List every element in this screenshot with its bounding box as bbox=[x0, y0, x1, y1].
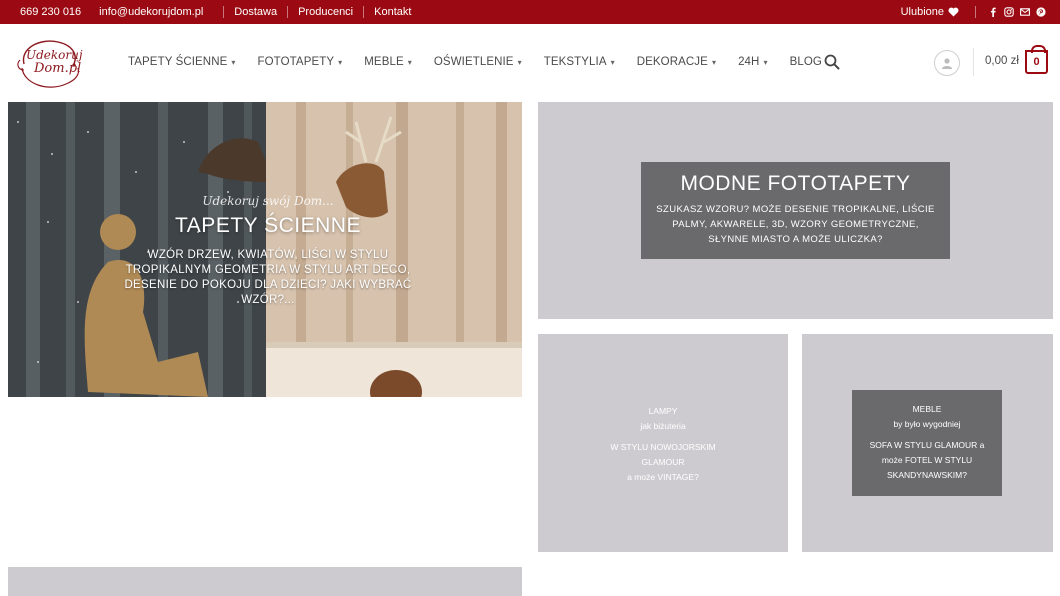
header: Udekoruj Dom.pl TAPETY ŚCIENNE ▾ FOTOTAPE… bbox=[0, 24, 1060, 100]
banner-desc-line: WZÓR DRZEW, KWIATÓW, LIŚCI W STYLU bbox=[147, 249, 389, 261]
banner-desc-line: DESENIE DO POKOJU DLA DZIECI? JAKI WYBRA… bbox=[124, 279, 412, 291]
lampy-text: LAMPY jak biżuteria W STYLU NOWOJORSKIM … bbox=[538, 404, 788, 485]
divider bbox=[287, 6, 289, 18]
search-icon[interactable] bbox=[824, 54, 840, 70]
nav-label: DEKORACJE bbox=[636, 56, 708, 68]
meble-line: może FOTEL W STYLU bbox=[881, 455, 973, 465]
logo[interactable]: Udekoruj Dom.pl bbox=[14, 34, 86, 92]
nav-label: MEBLE bbox=[364, 56, 404, 68]
favorites-link[interactable]: Ulubione bbox=[901, 6, 959, 18]
banner-desc-line: TROPIKALNYM GEOMETRIA W STYLU ART DECO, bbox=[125, 264, 411, 276]
top-bar: 669 230 016 info@udekorujdom.pl Dostawa … bbox=[0, 0, 1060, 24]
nav-item-24h[interactable]: 24H ▾ bbox=[738, 56, 768, 68]
nav-item-tekstylia[interactable]: TEKSTYLIA ▾ bbox=[544, 56, 615, 68]
chevron-down-icon: ▾ bbox=[763, 57, 768, 67]
fototapety-box: MODNE FOTOTAPETY SZUKASZ WZORU? MOŻE DES… bbox=[641, 162, 950, 259]
meble-line: MEBLE bbox=[912, 404, 942, 414]
chevron-down-icon: ▾ bbox=[338, 57, 343, 67]
divider bbox=[363, 6, 365, 18]
divider bbox=[975, 6, 976, 18]
mail-icon[interactable] bbox=[1020, 7, 1030, 17]
banner-script: Udekoruj swój Dom... bbox=[202, 194, 334, 208]
nav-label: TAPETY ŚCIENNE bbox=[128, 56, 228, 68]
banner-title: TAPETY ŚCIENNE bbox=[175, 214, 361, 237]
fototapety-banner[interactable]: MODNE FOTOTAPETY SZUKASZ WZORU? MOŻE DES… bbox=[538, 102, 1053, 319]
divider bbox=[223, 6, 225, 18]
fototapety-title: MODNE FOTOTAPETY bbox=[680, 172, 911, 195]
chevron-down-icon: ▾ bbox=[711, 57, 717, 67]
link-kontakt[interactable]: Kontakt bbox=[374, 6, 411, 18]
facebook-icon[interactable] bbox=[988, 7, 998, 17]
main-nav: TAPETY ŚCIENNE ▾ FOTOTAPETY ▾ MEBLE ▾ OŚWIE… bbox=[128, 24, 844, 100]
link-dostawa[interactable]: Dostawa bbox=[234, 6, 277, 18]
banner-text: Udekoruj swój Dom... TAPETY ŚCIENNE WZÓR… bbox=[98, 194, 438, 308]
favorites-label: Ulubione bbox=[900, 6, 944, 18]
lampy-banner[interactable]: LAMPY jak biżuteria W STYLU NOWOJORSKIM … bbox=[538, 334, 788, 552]
meble-banner[interactable]: MEBLE by było wygodniej SOFA W STYLU GLA… bbox=[802, 334, 1053, 552]
chevron-down-icon: ▾ bbox=[610, 57, 615, 67]
account-button[interactable] bbox=[934, 50, 960, 76]
meble-line: SKANDYNAWSKIM? bbox=[887, 470, 967, 480]
heart-icon bbox=[948, 7, 959, 17]
nav-item-meble[interactable]: MEBLE ▾ bbox=[364, 56, 412, 68]
fototapety-description: SZUKASZ WZORU? MOŻE DESENIE TROPIKALNE, … bbox=[656, 204, 935, 245]
banner-description: WZÓR DRZEW, KWIATÓW, LIŚCI W STYLU TROPI… bbox=[98, 248, 438, 308]
nav-label: TEKSTYLIA bbox=[543, 56, 607, 68]
lampy-line: jak biżuteria bbox=[640, 421, 686, 431]
phone-number[interactable]: 669 230 016 bbox=[20, 6, 81, 18]
chevron-down-icon: ▾ bbox=[407, 57, 412, 67]
nav-label: OŚWIETLENIE bbox=[433, 56, 514, 68]
logo-text-line2: Dom.pl bbox=[34, 61, 82, 76]
meble-box: MEBLE by było wygodniej SOFA W STYLU GLA… bbox=[852, 390, 1002, 496]
nav-item-tapety[interactable]: TAPETY ŚCIENNE ▾ bbox=[128, 56, 236, 68]
bottom-banner[interactable] bbox=[8, 567, 522, 596]
chevron-down-icon: ▾ bbox=[231, 57, 236, 67]
tapety-banner[interactable]: Udekoruj swój Dom... TAPETY ŚCIENNE WZÓR… bbox=[8, 102, 522, 397]
lampy-line: a może VINTAGE? bbox=[627, 472, 699, 482]
logo-text-line1: Udekoruj bbox=[26, 48, 83, 62]
nav-item-dekoracje[interactable]: DEKORACJE ▾ bbox=[637, 56, 716, 68]
banner-desc-line: WZÓR?... bbox=[241, 294, 295, 306]
meble-line: SOFA W STYLU GLAMOUR a bbox=[869, 440, 985, 450]
nav-item-oswietlenie[interactable]: OŚWIETLENIE ▾ bbox=[434, 56, 522, 68]
chevron-down-icon: ▾ bbox=[517, 57, 522, 67]
lampy-line: LAMPY bbox=[648, 406, 678, 416]
cart-total[interactable]: 0,00 zł bbox=[985, 55, 1019, 67]
nav-item-blog[interactable]: BLOG bbox=[790, 56, 822, 68]
nav-label: 24H bbox=[738, 56, 760, 68]
nav-label: BLOG bbox=[789, 56, 822, 68]
link-producenci[interactable]: Producenci bbox=[298, 6, 353, 18]
lampy-line: GLAMOUR bbox=[641, 457, 685, 467]
nav-item-fototapety[interactable]: FOTOTAPETY ▾ bbox=[258, 56, 343, 68]
instagram-icon[interactable] bbox=[1004, 7, 1014, 17]
nav-label: FOTOTAPETY bbox=[257, 56, 335, 68]
cart-count: 0 bbox=[1033, 56, 1040, 68]
cart-button[interactable]: 0 bbox=[1025, 45, 1048, 74]
lampy-line: W STYLU NOWOJORSKIM bbox=[610, 442, 716, 452]
divider bbox=[973, 48, 974, 76]
user-icon bbox=[942, 58, 952, 69]
pinterest-icon[interactable] bbox=[1036, 7, 1046, 17]
meble-line: by było wygodniej bbox=[893, 419, 961, 429]
email-link[interactable]: info@udekorujdom.pl bbox=[99, 6, 203, 18]
